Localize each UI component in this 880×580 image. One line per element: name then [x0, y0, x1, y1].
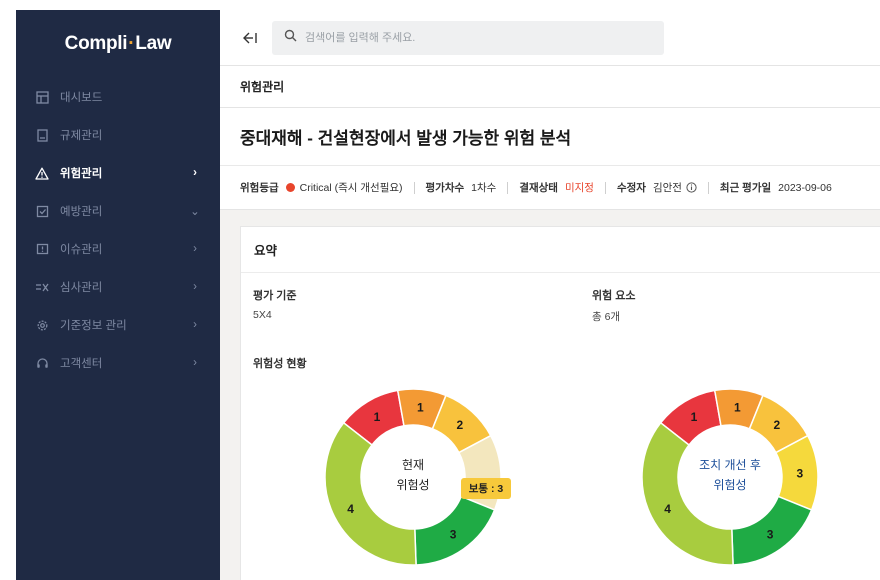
info-icon[interactable] [686, 182, 697, 193]
after-risk-segment-label: 3 [767, 527, 774, 541]
sidebar-item-issue[interactable]: 이슈관리 › [16, 230, 220, 268]
sidebar-item-risk[interactable]: 위험관리 › [16, 154, 220, 192]
checkbox-icon [34, 203, 50, 219]
gear-icon [34, 317, 50, 333]
after-risk-segment[interactable] [641, 421, 734, 566]
eval-date-value: 2023-09-06 [778, 181, 832, 194]
criteria-label: 평가 기준 [253, 290, 297, 302]
chevron-right-icon: › [193, 281, 197, 293]
sidebar-item-dashboard[interactable]: 대시보드 [16, 78, 220, 116]
after-risk-segment-label: 4 [664, 502, 671, 516]
logo-text-left: Compli [64, 33, 128, 54]
sidebar-item-label: 규제관리 [60, 130, 103, 142]
risk-status-label: 위험성 현황 [253, 358, 307, 370]
sidebar-item-label: 고객센터 [60, 358, 103, 370]
chevron-right-icon: › [193, 319, 197, 331]
dashboard-icon [34, 89, 50, 105]
collapse-sidebar-icon[interactable] [240, 28, 260, 48]
sidebar-item-audit[interactable]: 심사관리 › [16, 268, 220, 306]
risk-grade-dot-icon [285, 183, 295, 192]
sidebar: Compli · Law 대시보드 규제관리 위험관리 › 예방관리 ⌄ 이슈관리 … [16, 10, 220, 580]
app-logo[interactable]: Compli · Law [16, 10, 220, 78]
editor-label: 수정자 [616, 182, 646, 194]
chevron-right-icon: › [193, 167, 197, 179]
document-icon [34, 127, 50, 143]
round-label: 평가차수 [425, 182, 465, 194]
current-risk-segment-label: 1 [417, 400, 424, 414]
search-box[interactable] [272, 20, 664, 55]
editor-value: 김안전 [652, 182, 682, 194]
approval-status: 미지정 [564, 182, 594, 194]
headset-icon [34, 355, 50, 371]
current-risk-segment-label: 4 [347, 502, 354, 516]
after-risk-segment-label: 1 [691, 410, 698, 424]
chevron-right-icon: › [193, 243, 197, 255]
meta-bar: 위험등급 Critical (즉시 개선필요) 평가차수 1차수 결재상태 미지… [220, 166, 880, 210]
chevron-down-icon: ⌄ [190, 206, 200, 218]
criteria-value: 5X4 [253, 309, 272, 321]
current-center-line1: 현재 [402, 458, 424, 472]
current-risk-segment-label: 3 [450, 527, 457, 541]
top-bar [220, 10, 880, 66]
chevron-right-icon: › [193, 357, 197, 369]
sidebar-item-label: 이슈관리 [60, 244, 103, 256]
summary-title: 요약 [241, 227, 880, 273]
sidebar-item-label: 심사관리 [60, 282, 103, 294]
page-title: 중대재해 - 건설현장에서 발생 가능한 위험 분석 [220, 108, 880, 166]
issue-icon [34, 241, 50, 257]
search-icon [284, 29, 297, 47]
after-risk-segment-label: 2 [773, 418, 780, 432]
risk-grade-label: 위험등급 [240, 182, 279, 194]
divider [707, 181, 709, 194]
risk-elements-label: 위험 요소 [592, 290, 636, 302]
warning-icon [34, 165, 50, 181]
sidebar-item-label: 위험관리 [60, 168, 103, 180]
divider [507, 181, 509, 194]
divider [413, 181, 415, 194]
divider [604, 181, 606, 194]
risk-grade-value: Critical (즉시 개선필요) [299, 182, 403, 194]
after-center-line2: 위험성 [713, 478, 746, 492]
review-icon [34, 279, 50, 295]
sidebar-item-support[interactable]: 고객센터 › [16, 344, 220, 382]
sidebar-item-master-data[interactable]: 기준정보 관리 › [16, 306, 220, 344]
search-input[interactable] [305, 31, 635, 44]
level-badge: 보통 : 3 [461, 478, 511, 499]
current-risk-segment-label: 1 [374, 410, 381, 424]
after-risk-segment-label: 3 [797, 466, 804, 480]
after-risk-segment-label: 1 [734, 400, 741, 414]
after-center-line1: 조치 개선 후 [699, 458, 761, 472]
sidebar-item-label: 예방관리 [60, 206, 103, 218]
eval-date-label: 최근 평가일 [719, 182, 772, 194]
logo-dot: · [128, 33, 135, 54]
sidebar-item-prevention[interactable]: 예방관리 ⌄ [16, 192, 220, 230]
sidebar-item-label: 대시보드 [60, 92, 103, 104]
risk-elements-value: 총 6개 [592, 311, 621, 323]
round-value: 1차수 [471, 182, 497, 194]
approval-label: 결재상태 [519, 182, 558, 194]
current-center-line2: 위험성 [396, 478, 429, 492]
current-risk-donut: 1 1 2 3 4 현재 위험성 [324, 388, 502, 566]
breadcrumb: 위험관리 [220, 66, 880, 108]
logo-text-right: Law [135, 33, 172, 54]
current-risk-segment-label: 2 [456, 418, 463, 432]
sidebar-item-regulation[interactable]: 규제관리 [16, 116, 220, 154]
current-risk-segment[interactable] [324, 421, 417, 566]
sidebar-item-label: 기준정보 관리 [60, 320, 127, 332]
after-risk-donut: 1 1 2 3 3 4 조치 개선 후 위험성 [641, 388, 819, 566]
